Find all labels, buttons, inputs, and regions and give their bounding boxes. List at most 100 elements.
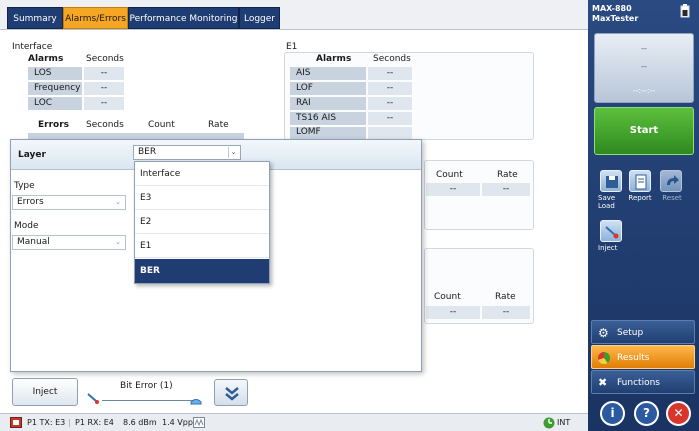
ber-rate-value: --	[482, 306, 530, 319]
e1-alarms-header: Alarms	[316, 54, 352, 64]
clock-source: INT	[557, 418, 571, 427]
tab-alarms-errors[interactable]: Alarms/Errors	[63, 7, 128, 29]
report-icon[interactable]	[629, 170, 651, 192]
start-label: Start	[629, 125, 659, 136]
interface-alarms-header: Alarms	[28, 54, 64, 64]
nav-functions-label: Functions	[617, 378, 660, 388]
alarm-value-frequency: --	[84, 82, 124, 95]
test-status-display: -- -- --:--:--	[594, 33, 694, 103]
nav-results[interactable]: Results	[591, 345, 695, 369]
e1-rate-header: Rate	[497, 170, 518, 180]
alarm-value-los: --	[84, 67, 124, 80]
e1-title: E1	[286, 42, 298, 52]
tab-bar: Summary Alarms/Errors Performance Monito…	[0, 0, 588, 30]
alarm-label-lomf: LOMF	[290, 127, 366, 139]
interface-title: Interface	[12, 42, 53, 52]
info-icon: i	[610, 406, 615, 420]
alarm-value-loc: --	[84, 97, 124, 110]
layer-label: Layer	[18, 150, 46, 160]
status-bar: P1 TX: E3 | P1 RX: E4 8.6 dBm 1.4 Vpp IN…	[0, 413, 588, 431]
alarm-label-frequency: Frequency	[28, 82, 82, 95]
interface-seconds-header: Seconds	[86, 54, 124, 64]
ber-count-value: --	[426, 306, 480, 319]
chevron-down-icon: ⌄	[228, 147, 238, 158]
layer-option-e3[interactable]: E3	[135, 186, 269, 210]
rx-vpp: 1.4 Vpp	[162, 418, 193, 427]
nav-functions[interactable]: ✖ Functions	[591, 370, 695, 394]
display-top-value: --	[641, 44, 647, 53]
device-name: MAX-880	[592, 4, 632, 13]
interface-errors-seconds-header: Seconds	[86, 120, 124, 130]
alarm-value-lomf	[368, 127, 412, 139]
type-select-value: Errors	[17, 197, 44, 207]
clock-sync-icon	[543, 417, 555, 429]
e1-seconds-header: Seconds	[373, 54, 411, 64]
nav-results-label: Results	[617, 353, 650, 363]
help-button[interactable]: ?	[634, 401, 659, 426]
ber-rate-header: Rate	[495, 292, 516, 302]
interface-rate-header: Rate	[208, 120, 229, 130]
tx-status: P1 TX: E3	[27, 418, 66, 427]
expand-button[interactable]	[214, 379, 248, 406]
alarm-value-lof: --	[368, 82, 412, 95]
device-model: MaxTester	[592, 14, 639, 23]
signal-icon	[193, 417, 205, 428]
e1-count-header: Count	[436, 170, 463, 180]
gear-icon: ⚙	[598, 326, 609, 340]
chevron-down-icon: ⌄	[115, 198, 121, 206]
alarm-label-ais: AIS	[290, 67, 366, 80]
rx-power: 8.6 dBm	[123, 418, 157, 427]
mode-select-value: Manual	[17, 237, 50, 247]
e1-count-value: --	[426, 183, 480, 196]
save-load-label: Save Load	[598, 194, 616, 210]
alarm-label-rai: RAI	[290, 97, 366, 110]
injection-slider-track[interactable]	[102, 400, 196, 401]
reset-icon[interactable]	[660, 170, 682, 192]
alarm-value-ts16-ais: --	[368, 112, 412, 125]
layer-select[interactable]: BER ⌄	[133, 145, 241, 160]
alarm-value-ais: --	[368, 67, 412, 80]
layer-option-e2[interactable]: E2	[135, 210, 269, 234]
tab-logger[interactable]: Logger	[239, 7, 280, 29]
battery-icon	[680, 4, 690, 18]
report-label: Report	[628, 194, 652, 202]
nav-setup-label: Setup	[617, 328, 644, 338]
layer-option-e1[interactable]: E1	[135, 234, 269, 258]
close-button[interactable]: ✕	[666, 401, 691, 426]
double-chevron-down-icon	[225, 387, 239, 401]
inject-tool-icon[interactable]	[600, 220, 622, 242]
interface-count-header: Count	[148, 120, 175, 130]
functions-icon: ✖	[598, 376, 608, 389]
mode-label: Mode	[14, 221, 39, 231]
ber-count-header: Count	[434, 292, 461, 302]
info-button[interactable]: i	[600, 401, 625, 426]
alarm-label-loc: LOC	[28, 97, 82, 110]
tab-summary[interactable]: Summary	[7, 7, 63, 29]
mode-select[interactable]: Manual ⌄	[12, 235, 126, 250]
flask-icon	[190, 399, 202, 405]
help-icon: ?	[643, 406, 650, 420]
layer-option-ber[interactable]: BER	[135, 259, 269, 283]
layer-dropdown-list: Interface E3 E2 E1 BER	[134, 161, 270, 284]
e1-rate-value: --	[482, 183, 530, 196]
syringe-icon	[87, 393, 99, 404]
port-icon	[10, 417, 22, 428]
display-mid-value: --	[641, 62, 647, 71]
nav-setup[interactable]: ⚙ Setup	[591, 320, 695, 344]
alarm-value-rai: --	[368, 97, 412, 110]
rx-status: P1 RX: E4	[75, 418, 114, 427]
alarm-label-lof: LOF	[290, 82, 366, 95]
interface-errors-header: Errors	[38, 120, 70, 130]
layer-option-interface[interactable]: Interface	[135, 162, 269, 186]
test-timer: --:--:--	[632, 86, 656, 95]
alarm-label-ts16-ais: TS16 AIS	[290, 112, 366, 125]
start-button[interactable]: Start	[594, 107, 694, 155]
save-load-icon[interactable]	[600, 170, 622, 192]
type-label: Type	[14, 181, 35, 191]
tab-performance-monitoring[interactable]: Performance Monitoring	[128, 7, 239, 29]
inject-button[interactable]: Inject	[12, 378, 78, 406]
type-select[interactable]: Errors ⌄	[12, 195, 126, 210]
alarm-label-los: LOS	[28, 67, 82, 80]
bit-error-label: Bit Error (1)	[120, 381, 173, 391]
inject-tool-label: Inject	[598, 244, 618, 252]
